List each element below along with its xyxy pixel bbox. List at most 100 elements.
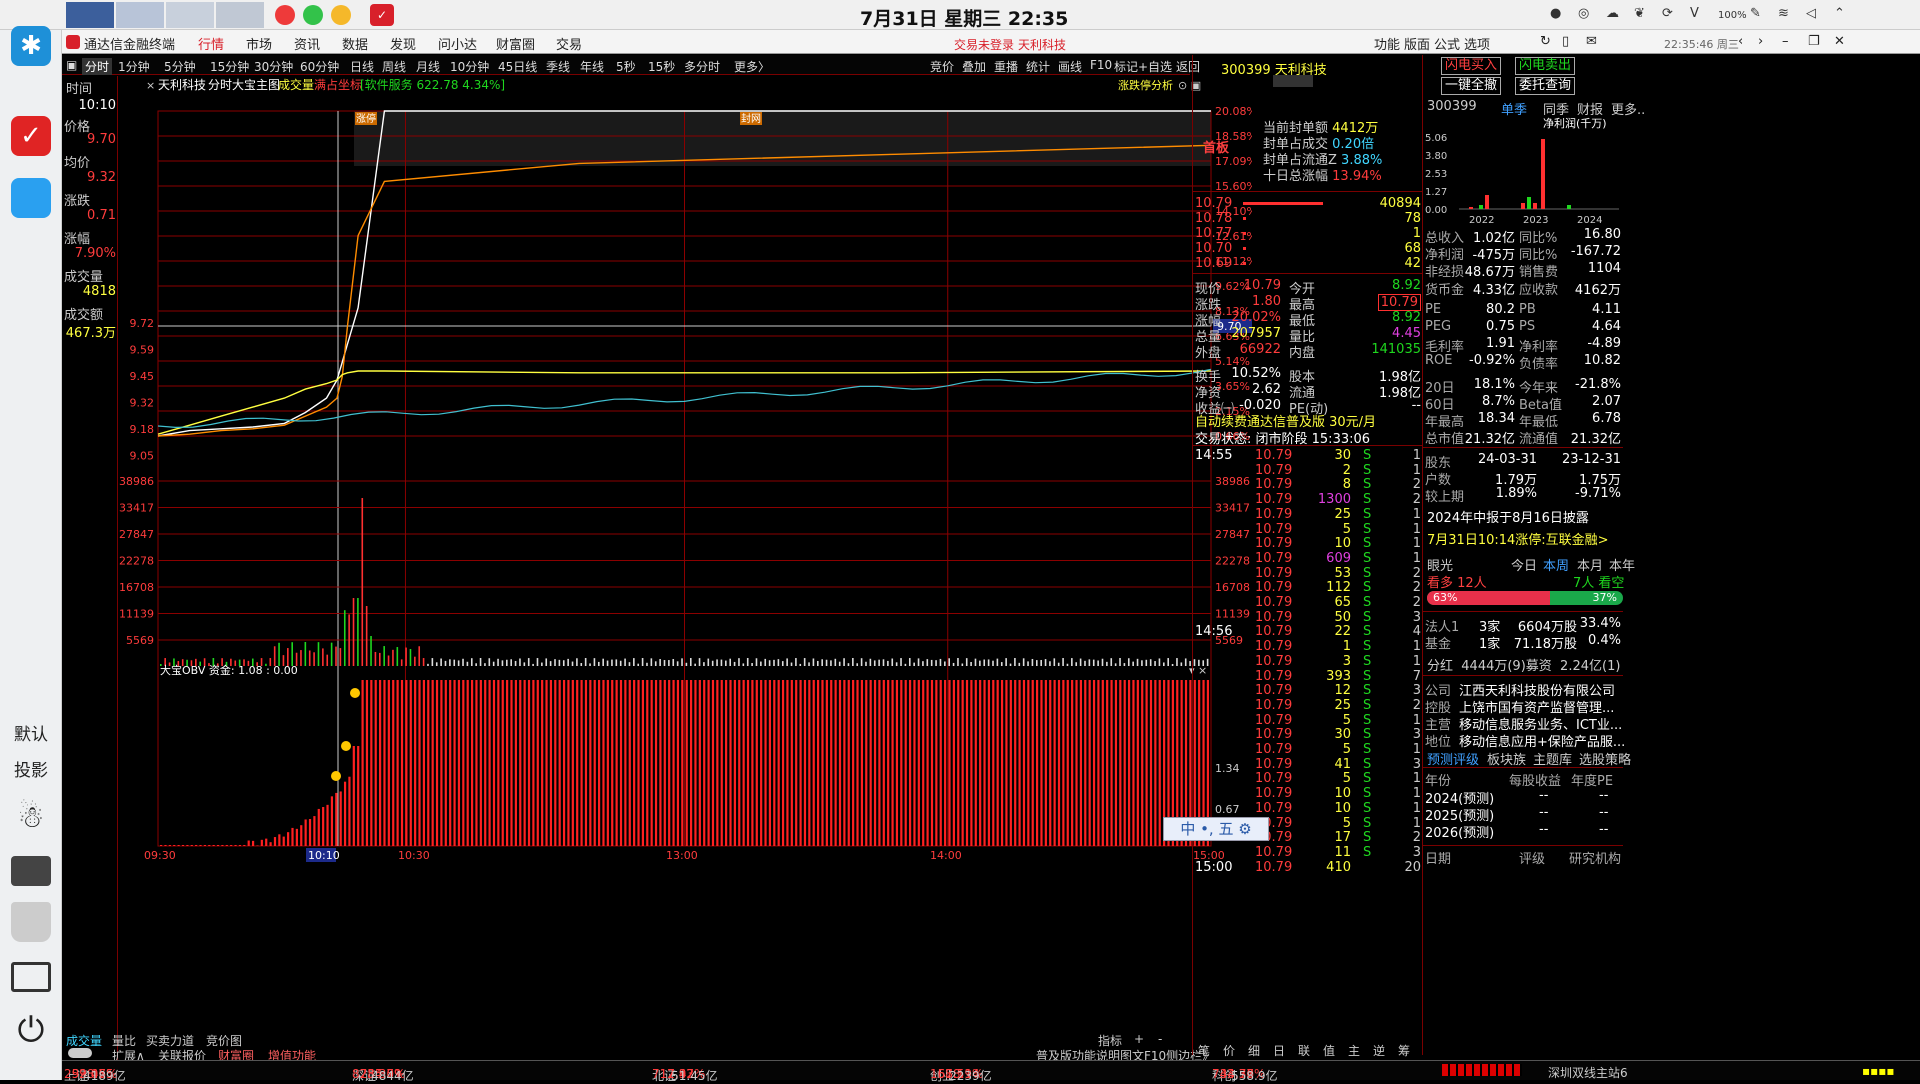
tool-replay[interactable]: 重播 (994, 58, 1018, 75)
tick-view-tab[interactable]: 笔 (1198, 1042, 1210, 1059)
tab-strategy[interactable]: 选股策略 (1579, 749, 1631, 768)
cancel-all-button[interactable]: 一键全撤 (1441, 77, 1501, 95)
period-multi[interactable]: 多分时 (684, 58, 720, 75)
tick-view-tab[interactable]: 价 (1223, 1042, 1235, 1059)
period-more[interactable]: 更多〉 (734, 58, 770, 75)
tray-v-icon[interactable]: V (1690, 6, 1699, 21)
menu-function[interactable]: 功能 (1374, 34, 1400, 53)
tool-mark[interactable]: 标记 (1114, 58, 1138, 75)
index-sh[interactable]: 上证 2938.75 59.45 2.06% 4189亿 (64, 1064, 126, 1083)
tab-sector[interactable]: 板块族 (1487, 749, 1526, 768)
menu-options[interactable]: 选项 (1464, 34, 1490, 53)
period-season[interactable]: 季线 (546, 58, 570, 75)
tick-view-tab[interactable]: 主 (1348, 1042, 1360, 1059)
monitor-icon[interactable] (11, 962, 51, 992)
tick-view-tab[interactable]: 筹 (1398, 1042, 1410, 1059)
app-minimize-icon[interactable]: – (1782, 34, 1789, 49)
menu-data[interactable]: 数据 (342, 34, 368, 53)
dock-item-projection[interactable]: 投影 (0, 756, 62, 781)
tool-stats[interactable]: 统计 (1026, 58, 1050, 75)
index-bz[interactable]: 北证 717.93 17.32 2.47% 51.45亿 (652, 1064, 717, 1083)
tool-auction[interactable]: 竞价 (930, 58, 954, 75)
flash-sell-button[interactable]: 闪电卖出 (1515, 57, 1575, 75)
limit-notice[interactable]: 7月31日10:14涨停:互联金融> (1427, 529, 1609, 548)
file-manager-icon[interactable] (11, 178, 51, 218)
tray-mic-icon[interactable]: ✎ (1750, 6, 1761, 21)
menu-ask[interactable]: 问小达 (438, 34, 477, 53)
chart-svg[interactable]: × 天利科技 分时 大宝主图成交量 满占坐标[软件服务 622.78 4.34%] 涨跌停… (118, 76, 1257, 1050)
period-10m[interactable]: 10分钟 (450, 58, 489, 75)
app-close-icon[interactable]: ✕ (1834, 34, 1845, 49)
period-1m[interactable]: 1分钟 (118, 58, 150, 75)
tick-view-tab[interactable]: 逆 (1373, 1042, 1385, 1059)
phone-icon[interactable]: ▯ (1562, 34, 1569, 49)
tick-view-tab[interactable]: 日 (1273, 1042, 1285, 1059)
thumb-2[interactable] (116, 2, 164, 28)
menu-wealth[interactable]: 财富圈 (496, 34, 535, 53)
tool-draw[interactable]: 画线 (1058, 58, 1082, 75)
trash-icon[interactable] (11, 902, 51, 942)
period-15m[interactable]: 15分钟 (210, 58, 249, 75)
tick-view-tab[interactable]: 联 (1298, 1042, 1310, 1059)
tool-f10[interactable]: F10 (1090, 58, 1112, 72)
period-30m[interactable]: 30分钟 (254, 58, 293, 75)
kde-launcher-icon[interactable]: ✱ (11, 26, 51, 66)
chart-close-icon[interactable]: × (146, 79, 155, 92)
tool-add-watch[interactable]: +自选 (1138, 58, 1172, 75)
tab-volume[interactable]: 成交量 (66, 1032, 102, 1049)
power-icon[interactable]: ⏻ (11, 1010, 51, 1050)
expand-toggle[interactable] (68, 1048, 92, 1058)
vision-today[interactable]: 今日 (1511, 555, 1537, 574)
period-week[interactable]: 周线 (382, 58, 406, 75)
tab-forecast[interactable]: 预测评级 (1427, 749, 1479, 768)
back-icon[interactable]: ‹ (1738, 34, 1743, 49)
penguin-icon[interactable]: ☃ (11, 800, 51, 840)
period-year[interactable]: 年线 (580, 58, 604, 75)
menu-news[interactable]: 资讯 (294, 34, 320, 53)
tab-theme[interactable]: 主题库 (1533, 749, 1572, 768)
panel-toggle-icon[interactable]: ▣ (66, 58, 77, 72)
tray-leaf-icon[interactable]: ❦ (1634, 6, 1645, 21)
period-60m[interactable]: 60分钟 (300, 58, 339, 75)
limit-analysis-link[interactable]: 涨跌停分析 (1118, 78, 1173, 92)
tick-view-tab[interactable]: 值 (1323, 1042, 1335, 1059)
tray-ball-icon[interactable]: ● (1550, 6, 1561, 21)
vision-week[interactable]: 本周 (1543, 555, 1569, 574)
thumb-1[interactable] (66, 2, 114, 28)
status-tray-icons[interactable]: ▪▪▪▪ (1862, 1064, 1895, 1078)
menu-market[interactable]: 市场 (246, 34, 272, 53)
forward-icon[interactable]: › (1758, 34, 1763, 49)
dock-item-default[interactable]: 默认 (0, 720, 62, 745)
minimize-window-button[interactable] (331, 5, 351, 25)
menu-discover[interactable]: 发现 (390, 34, 416, 53)
thumb-3[interactable] (166, 2, 214, 28)
tool-overlay[interactable]: 叠加 (962, 58, 986, 75)
thumb-4[interactable] (216, 2, 264, 28)
collapse-button[interactable] (1273, 75, 1313, 87)
period-5s[interactable]: 5秒 (616, 58, 636, 75)
period-intraday[interactable]: 分时 (82, 58, 113, 75)
tray-settings-icon[interactable]: ◎ (1578, 6, 1589, 21)
intraday-chart[interactable]: × 天利科技 分时 大宝主图 成交量 满占坐标 [软件服务 622.78 4.34%] 涨跌停… (118, 76, 1257, 1050)
index-kc[interactable]: 科创 743.37 33.36 4.70% 558.9亿 (1212, 1064, 1277, 1083)
maximize-window-button[interactable] (303, 5, 323, 25)
volume-icon[interactable]: ◁ (1806, 6, 1816, 21)
tray-sync-icon[interactable]: ⟳ (1662, 6, 1673, 21)
indicator-add-icon[interactable]: + (1134, 1032, 1144, 1046)
indicator-sub-icon[interactable]: - (1158, 1032, 1162, 1046)
tray-cloud-icon[interactable]: ☁ (1606, 6, 1619, 21)
login-status[interactable]: 交易未登录 (954, 36, 1014, 53)
app-restore-icon[interactable]: ❐ (1808, 34, 1820, 49)
ime-toolbar[interactable]: 中 •, 五 ⚙ (1163, 817, 1269, 841)
order-query-button[interactable]: 委托查询 (1515, 77, 1575, 95)
period-5m[interactable]: 5分钟 (164, 58, 196, 75)
wifi-icon[interactable]: ≋ (1778, 6, 1789, 21)
menu-formula[interactable]: 公式 (1434, 34, 1460, 53)
menu-quotes[interactable]: 行情 (198, 34, 224, 53)
tdx-dock-icon[interactable]: ✓ (11, 116, 51, 156)
refresh-icon[interactable]: ↻ (1540, 34, 1551, 49)
menu-layout[interactable]: 版面 (1404, 34, 1430, 53)
period-45d[interactable]: 45日线 (498, 58, 537, 75)
period-month[interactable]: 月线 (416, 58, 440, 75)
tick-view-tab[interactable]: 细 (1248, 1042, 1260, 1059)
